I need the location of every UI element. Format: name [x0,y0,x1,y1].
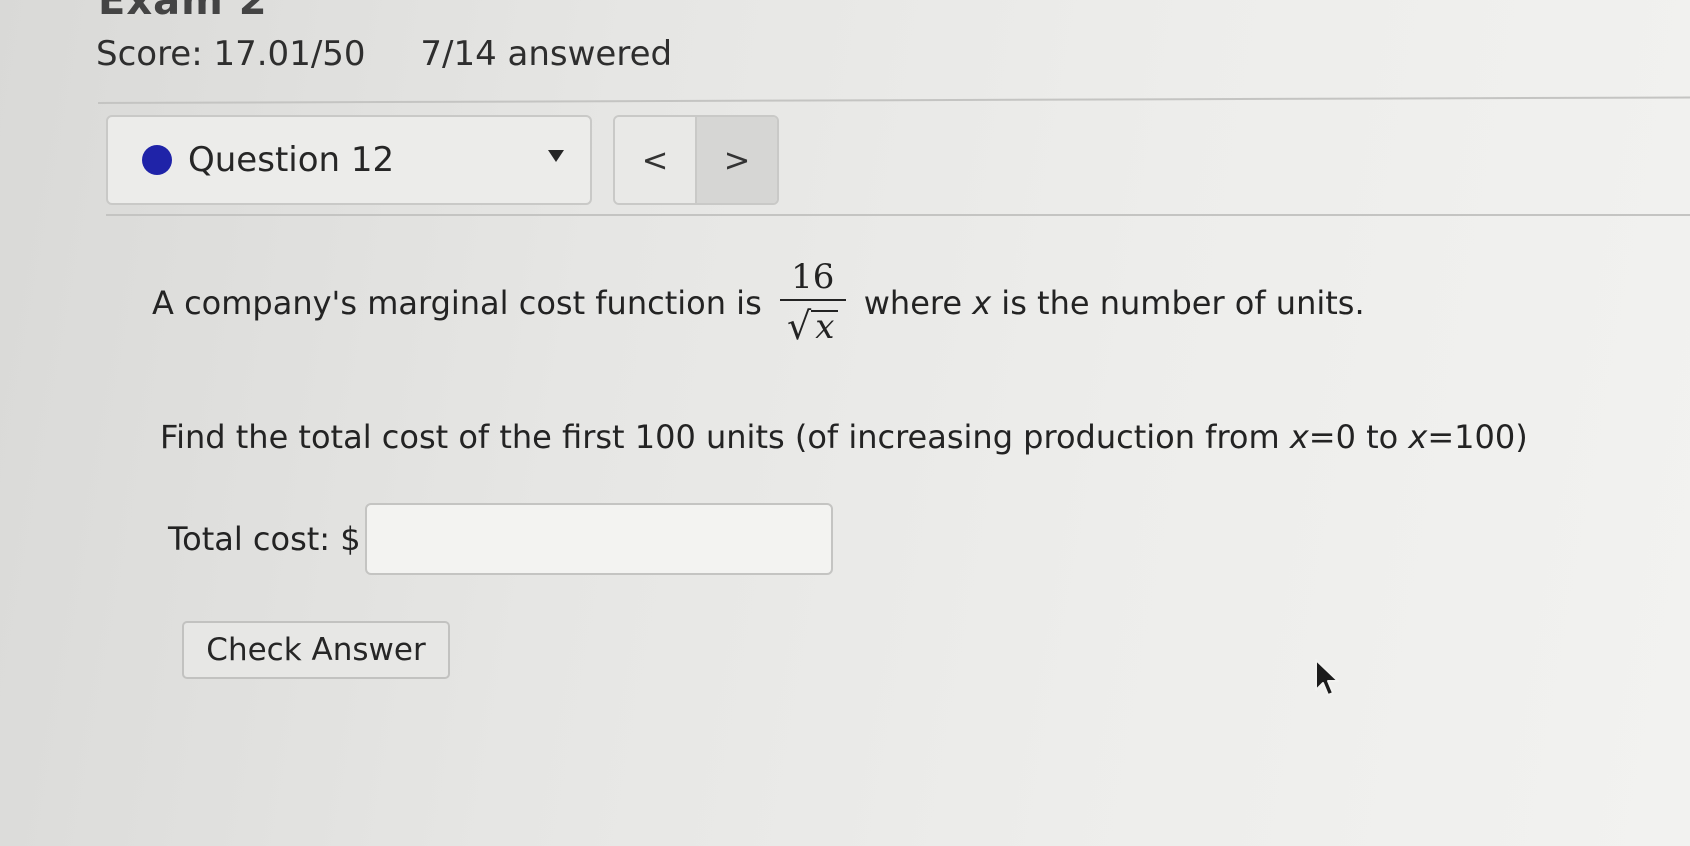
score-bar: Score: 17.01/50 7/14 answered [96,34,672,74]
marginal-cost-fraction: 16 √ x [779,255,846,351]
question-status-dot-icon [142,145,172,175]
radicand: x [811,310,839,344]
header-divider [97,96,1690,104]
score-text: Score: 17.01/50 [96,34,366,74]
next-question-button[interactable]: > [697,117,777,203]
question-intro: A company's marginal cost function is [152,284,762,322]
fraction-denominator: √ x [787,301,839,351]
chevron-right-icon: > [723,141,751,179]
chevron-left-icon: < [641,141,669,179]
question-where: where [863,284,963,322]
question-units-text: is the number of units. [1001,284,1365,322]
total-cost-label: Total cost: $ [168,520,361,558]
question-divider [106,214,1690,216]
square-root-icon: √ [787,304,812,348]
previous-question-button[interactable]: < [615,117,697,203]
answered-count: 7/14 answered [420,34,673,74]
caret-down-icon [548,150,564,162]
check-answer-button[interactable]: Check Answer [182,621,450,679]
question-dropdown-label: Question 12 [188,140,395,180]
find-bound1-var: x [1289,418,1309,456]
find-instruction: Find the total cost of the first 100 uni… [160,418,1528,456]
total-cost-input[interactable] [364,503,833,575]
find-bound2-val: =100) [1427,418,1528,456]
question-variable: x [972,284,992,322]
question-nav-group: < > [613,115,779,205]
question-dropdown[interactable]: Question 12 [106,115,592,205]
find-bound1-val: =0 to [1308,418,1399,456]
mouse-pointer-icon [1315,659,1339,696]
find-prefix: Find the total cost of the first 100 uni… [160,418,1280,456]
exam-title: Exam 2 [98,0,268,24]
answer-row: Total cost: $ [168,503,833,575]
fraction-numerator: 16 [791,257,835,297]
question-statement: A company's marginal cost function is 16… [152,255,1365,351]
find-bound2-var: x [1408,418,1428,456]
